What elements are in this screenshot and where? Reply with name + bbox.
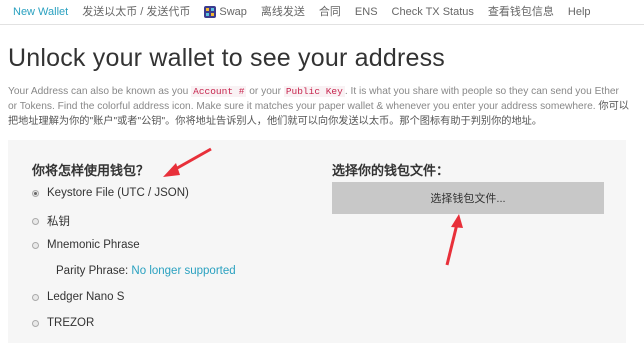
arrow-to-button-icon: [445, 214, 463, 266]
arrow-to-heading-icon: [163, 147, 212, 177]
annotation-arrows: [163, 147, 463, 266]
